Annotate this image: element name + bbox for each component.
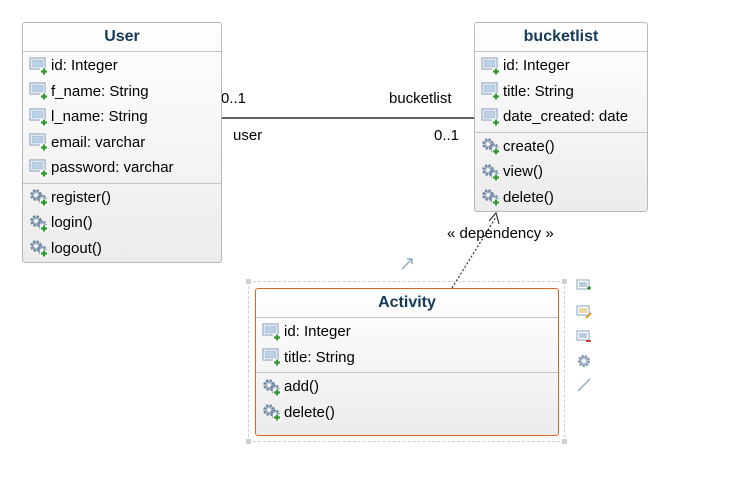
- attribute-row[interactable]: password: varchar: [23, 155, 221, 181]
- operation-row[interactable]: delete(): [475, 185, 647, 211]
- class-title: bucketlist: [475, 23, 647, 52]
- operation-text: delete(): [503, 188, 554, 206]
- operation-gear-icon: [29, 187, 49, 207]
- attribute-field-icon: [29, 158, 49, 178]
- association-left-multiplicity: 0..1: [221, 90, 247, 107]
- attribute-field-icon: [29, 56, 49, 76]
- operation-gear-icon: [262, 402, 282, 422]
- operations-section: add() delete(): [256, 373, 558, 427]
- resize-handle[interactable]: [246, 279, 251, 284]
- operation-gear-icon: [262, 377, 282, 397]
- attribute-row[interactable]: date_created: date: [475, 104, 647, 130]
- add-operation-icon[interactable]: [576, 353, 592, 369]
- operation-row[interactable]: delete(): [256, 400, 558, 426]
- operation-text: delete(): [284, 403, 335, 421]
- operation-row[interactable]: view(): [475, 159, 647, 185]
- class-activity[interactable]: Activity id: Integer title: String add()…: [255, 288, 559, 436]
- attribute-row[interactable]: id: Integer: [256, 319, 558, 345]
- attribute-text: date_created: date: [503, 108, 629, 126]
- operation-text: add(): [284, 378, 320, 396]
- attribute-row[interactable]: title: String: [475, 79, 647, 105]
- operations-section: register() login() logout(): [23, 184, 221, 264]
- operation-gear-icon: [481, 136, 501, 156]
- draw-connector-icon[interactable]: [576, 377, 592, 393]
- attribute-text: email: varchar: [51, 133, 146, 151]
- connector-tool-icon[interactable]: [401, 258, 413, 270]
- class-title: User: [23, 23, 221, 52]
- attribute-field-icon: [481, 81, 501, 101]
- operation-row[interactable]: create(): [475, 134, 647, 160]
- operations-section: create() view() delete(): [475, 133, 647, 213]
- operation-text: view(): [503, 163, 543, 181]
- class-user[interactable]: User id: Integer f_name: String l_name: …: [22, 22, 222, 263]
- attributes-section: id: Integer f_name: String l_name: Strin…: [23, 52, 221, 184]
- attribute-text: id: Integer: [51, 57, 118, 75]
- attribute-text: id: Integer: [284, 323, 351, 341]
- operation-gear-icon: [481, 187, 501, 207]
- remove-attribute-icon[interactable]: [576, 329, 592, 345]
- attribute-field-icon: [29, 107, 49, 127]
- attribute-row[interactable]: l_name: String: [23, 104, 221, 130]
- operation-row[interactable]: login(): [23, 210, 221, 236]
- operation-row[interactable]: add(): [256, 374, 558, 400]
- operation-text: register(): [51, 188, 112, 206]
- attributes-section: id: Integer title: String: [256, 318, 558, 373]
- attribute-row[interactable]: id: Integer: [23, 53, 221, 79]
- attribute-row[interactable]: email: varchar: [23, 130, 221, 156]
- resize-handle[interactable]: [562, 279, 567, 284]
- add-attribute-icon[interactable]: [576, 278, 592, 294]
- attribute-text: title: String: [503, 82, 574, 100]
- operation-row[interactable]: register(): [23, 185, 221, 211]
- operation-gear-icon: [481, 162, 501, 182]
- attribute-field-icon: [262, 347, 282, 367]
- dependency-arrowhead: [488, 211, 500, 225]
- attribute-row[interactable]: f_name: String: [23, 79, 221, 105]
- class-title: Activity: [256, 289, 558, 318]
- attribute-text: title: String: [284, 348, 355, 366]
- association-left-role: user: [233, 127, 263, 144]
- class-bucketlist[interactable]: bucketlist id: Integer title: String dat…: [474, 22, 648, 212]
- attribute-text: password: varchar: [51, 159, 174, 177]
- operation-text: logout(): [51, 239, 102, 257]
- attribute-field-icon: [481, 56, 501, 76]
- resize-handle[interactable]: [562, 439, 567, 444]
- dependency-stereotype-label: « dependency »: [447, 225, 554, 242]
- operation-gear-icon: [29, 238, 49, 258]
- operation-text: create(): [503, 137, 555, 155]
- association-right-multiplicity: 0..1: [434, 127, 460, 144]
- attribute-row[interactable]: title: String: [256, 345, 558, 371]
- operation-gear-icon: [29, 213, 49, 233]
- resize-handle[interactable]: [246, 439, 251, 444]
- attribute-row[interactable]: id: Integer: [475, 53, 647, 79]
- attribute-text: f_name: String: [51, 82, 149, 100]
- attribute-field-icon: [481, 107, 501, 127]
- attribute-field-icon: [29, 132, 49, 152]
- operation-row[interactable]: logout(): [23, 236, 221, 262]
- edit-attribute-icon[interactable]: [576, 304, 592, 320]
- attribute-field-icon: [262, 322, 282, 342]
- attribute-text: id: Integer: [503, 57, 570, 75]
- attribute-text: l_name: String: [51, 108, 148, 126]
- attribute-field-icon: [29, 81, 49, 101]
- operation-text: login(): [51, 214, 93, 232]
- association-right-role: bucketlist: [389, 90, 452, 107]
- attributes-section: id: Integer title: String date_created: …: [475, 52, 647, 133]
